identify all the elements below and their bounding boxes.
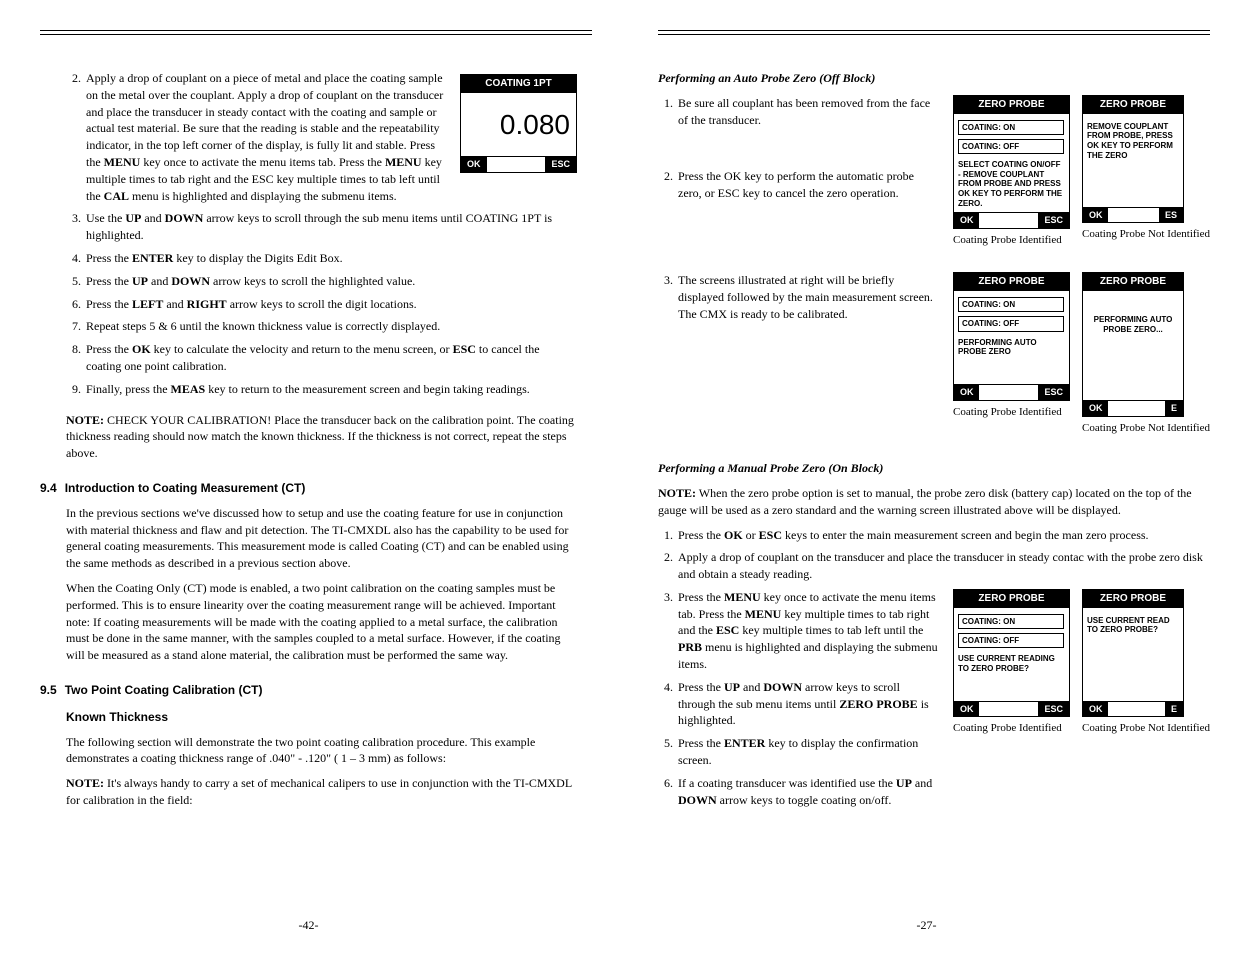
device-not-identified: ZERO PROBE PERFORMING AUTO PROBE ZERO...… xyxy=(1082,272,1210,436)
known-thickness-title: Known Thickness xyxy=(66,709,577,726)
device-identified: ZERO PROBE COATING: ON COATING: OFF SELE… xyxy=(953,95,1070,248)
ok-label: OK xyxy=(461,157,487,172)
note-paragraph: NOTE: CHECK YOUR CALIBRATION! Place the … xyxy=(66,412,577,462)
page-rule xyxy=(658,30,1210,35)
list-item: Apply a drop of couplant on the transduc… xyxy=(676,549,1210,583)
device-header: COATING 1PT xyxy=(461,75,576,93)
list-item: Press the OK key to perform the automati… xyxy=(676,168,939,202)
device-caption: Coating Probe Not Identified xyxy=(1082,421,1210,436)
page-rule xyxy=(40,30,592,35)
list-item: If a coating transducer was identified u… xyxy=(676,775,939,809)
coating-1pt-device: COATING 1PT 0.080 OK ESC xyxy=(460,74,577,175)
device-caption: Coating Probe Identified xyxy=(953,233,1070,248)
esc-label: ESC xyxy=(545,157,576,172)
page-number: -42- xyxy=(0,917,617,934)
paragraph: In the previous sections we've discussed… xyxy=(66,505,577,572)
auto-steps: Press the OK key to perform the automati… xyxy=(658,168,939,202)
section-9-5-title: 9.5Two Point Coating Calibration (CT) xyxy=(40,682,577,699)
device-caption: Coating Probe Identified xyxy=(953,721,1070,736)
list-item: Repeat steps 5 & 6 until the known thick… xyxy=(84,318,577,335)
paragraph: When the Coating Only (CT) mode is enabl… xyxy=(66,580,577,664)
list-item: Press the ENTER key to display the Digit… xyxy=(84,250,577,267)
device-not-identified: ZERO PROBE REMOVE COUPLANT FROM PROBE, P… xyxy=(1082,95,1210,248)
list-item: Press the UP and DOWN arrow keys to scro… xyxy=(676,679,939,729)
left-page: COATING 1PT 0.080 OK ESC Apply a drop of… xyxy=(0,0,618,954)
right-page: Performing an Auto Probe Zero (Off Block… xyxy=(618,0,1235,954)
auto-zero-title: Performing an Auto Probe Zero (Off Block… xyxy=(658,70,1210,87)
list-item: Press the LEFT and RIGHT arrow keys to s… xyxy=(84,296,577,313)
list-item: Press the OK key to calculate the veloci… xyxy=(84,341,577,375)
device-caption: Coating Probe Not Identified xyxy=(1082,227,1210,242)
device-identified: ZERO PROBE COATING: ON COATING: OFF USE … xyxy=(953,589,1070,803)
device-caption: Coating Probe Identified xyxy=(953,405,1070,420)
manual-zero-title: Performing a Manual Probe Zero (On Block… xyxy=(658,460,1210,477)
note-paragraph: NOTE: When the zero probe option is set … xyxy=(658,485,1210,519)
list-item: Press the MENU key once to activate the … xyxy=(676,589,939,673)
device-caption: Coating Probe Not Identified xyxy=(1082,721,1210,736)
list-item: Press the UP and DOWN arrow keys to scro… xyxy=(84,273,577,290)
note-paragraph: NOTE: It's always handy to carry a set o… xyxy=(66,775,577,809)
manual-steps: Press the OK or ESC keys to enter the ma… xyxy=(658,527,1210,583)
list-item: Press the ENTER key to display the confi… xyxy=(676,735,939,769)
list-item: Finally, press the MEAS key to return to… xyxy=(84,381,577,398)
device-identified: ZERO PROBE COATING: ON COATING: OFF PERF… xyxy=(953,272,1070,436)
device-not-identified: ZERO PROBE USE CURRENT READ TO ZERO PROB… xyxy=(1082,589,1210,803)
page-number: -27- xyxy=(618,917,1235,934)
auto-steps: Be sure all couplant has been removed fr… xyxy=(658,95,939,129)
list-item: Use the UP and DOWN arrow keys to scroll… xyxy=(84,210,577,244)
device-digits: 0.080 xyxy=(461,93,576,156)
list-item: Press the OK or ESC keys to enter the ma… xyxy=(676,527,1210,544)
auto-steps: The screens illustrated at right will be… xyxy=(658,272,939,322)
manual-steps: Press the MENU key once to activate the … xyxy=(658,589,939,809)
list-item: The screens illustrated at right will be… xyxy=(676,272,939,322)
section-9-4-title: 9.4Introduction to Coating Measurement (… xyxy=(40,480,577,497)
list-item: Be sure all couplant has been removed fr… xyxy=(676,95,939,129)
paragraph: The following section will demonstrate t… xyxy=(66,734,577,768)
